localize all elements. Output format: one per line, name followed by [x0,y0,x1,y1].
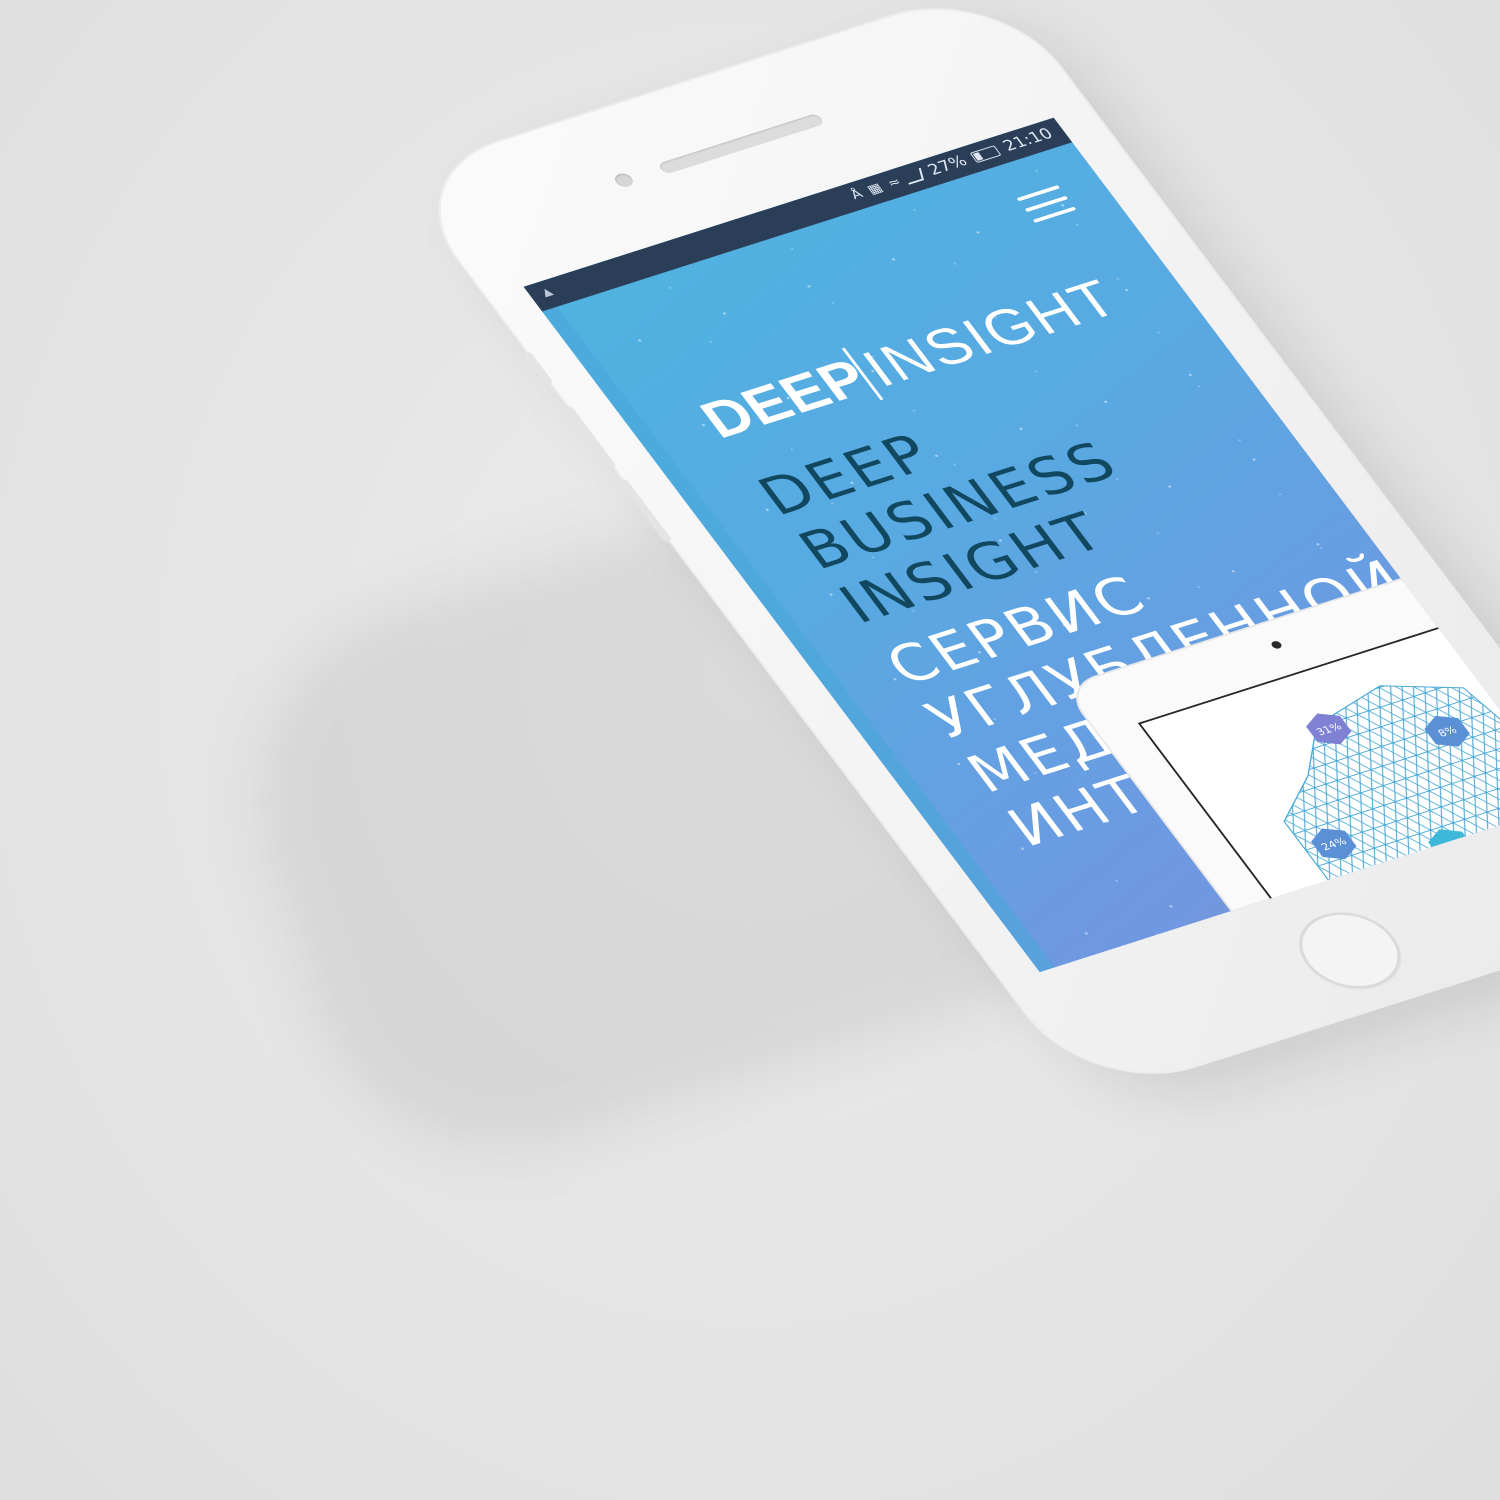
bluetooth-icon: Å [847,187,867,203]
signal-icon [905,167,925,185]
phone-body: ▲ Å ▦ ≈ 27% 21:10 DEEPINSIGHT DEEP BUSIN… [395,0,1500,1099]
battery-percent: 27% [924,152,972,180]
volume-down-button [618,478,673,543]
earpiece-speaker [657,112,826,175]
notification-arrow-icon: ▲ [538,285,556,299]
phone-screen: ▲ Å ▦ ≈ 27% 21:10 DEEPINSIGHT DEEP BUSIN… [523,117,1500,973]
battery-icon [969,144,1002,163]
volume-up-button [563,405,618,470]
tablet-camera [1269,640,1284,650]
mute-switch [522,351,554,385]
front-camera [611,171,637,189]
phone-wrap: ▲ Å ▦ ≈ 27% 21:10 DEEPINSIGHT DEEP BUSIN… [0,0,1500,1500]
wifi-icon: ≈ [884,174,905,191]
home-button[interactable] [1279,901,1420,1000]
vibrate-icon: ▦ [864,180,887,198]
hex-grid-area [1283,685,1500,920]
mockup-scene: ▲ Å ▦ ≈ 27% 21:10 DEEPINSIGHT DEEP BUSIN… [0,0,1500,1500]
